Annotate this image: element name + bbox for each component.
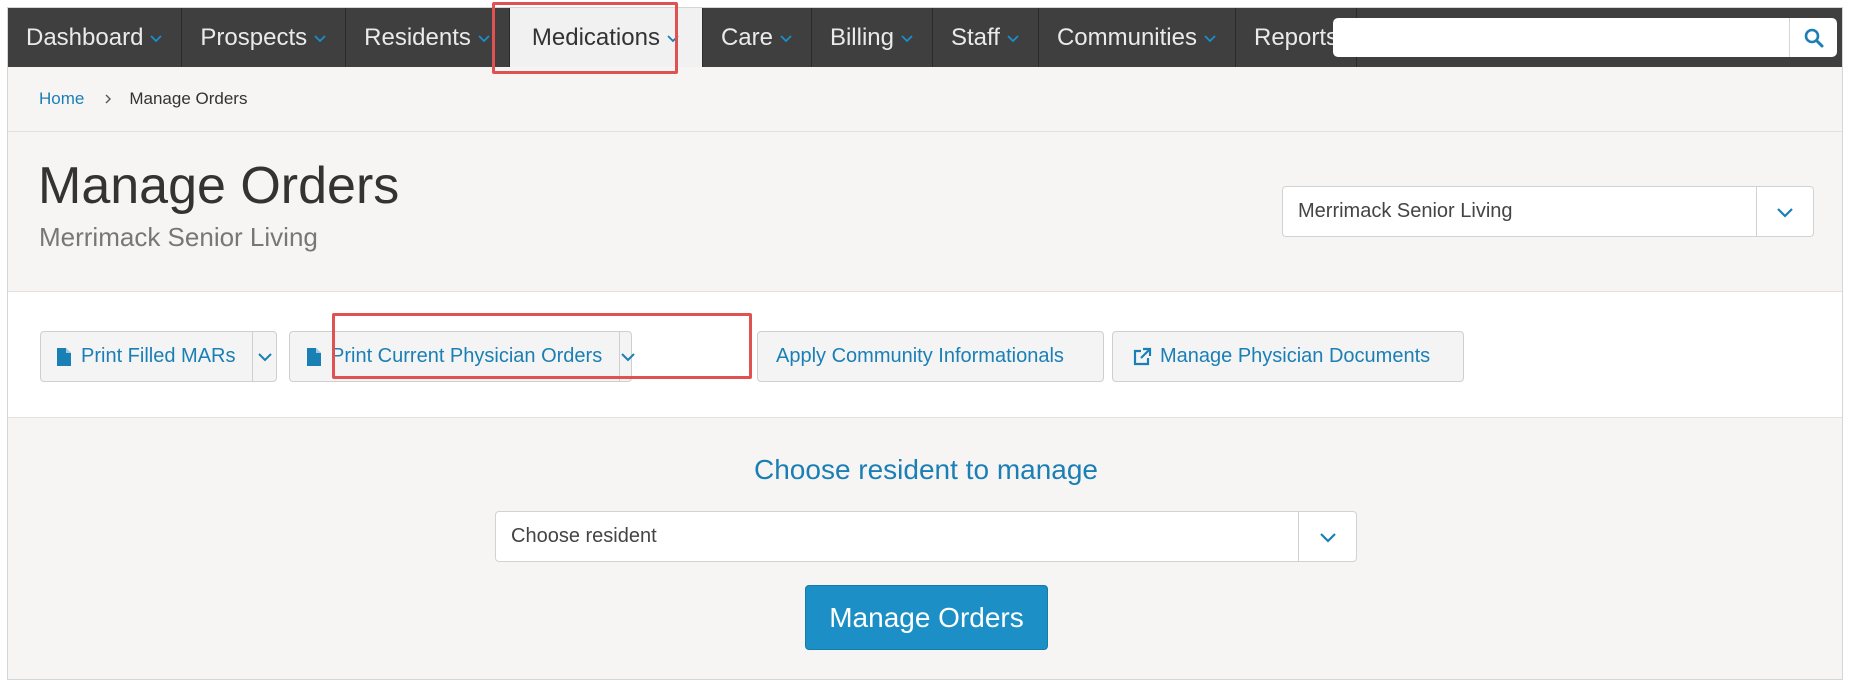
print-mars-button-group: Print Filled MARs bbox=[40, 331, 277, 382]
nav-care[interactable]: Care bbox=[703, 8, 812, 67]
print-mars-dropdown-toggle[interactable] bbox=[252, 332, 276, 381]
chevron-down-icon bbox=[1777, 207, 1793, 218]
resident-select[interactable]: Choose resident bbox=[495, 511, 1357, 562]
chevron-down-icon bbox=[1007, 34, 1019, 42]
print-orders-button[interactable]: Print Current Physician Orders bbox=[290, 332, 619, 381]
nav-staff-label: Staff bbox=[951, 23, 1000, 51]
nav-communities-label: Communities bbox=[1056, 23, 1197, 51]
nav-prospects[interactable]: Prospects bbox=[182, 8, 347, 67]
community-select[interactable]: Merrimack Senior Living bbox=[1282, 186, 1814, 237]
manage-orders-button[interactable]: Manage Orders bbox=[805, 585, 1048, 650]
external-link-icon bbox=[1133, 347, 1152, 365]
chevron-down-icon bbox=[150, 34, 163, 42]
top-navigation: Dashboard Prospects Residents Medication… bbox=[8, 8, 1842, 67]
resident-select-value: Choose resident bbox=[511, 525, 657, 547]
print-mars-label: Print Filled MARs bbox=[81, 345, 236, 367]
nav-residents-label: Residents bbox=[364, 23, 471, 51]
nav-dashboard-label: Dashboard bbox=[26, 23, 144, 51]
apply-informationals-button-group: Apply Community Informationals bbox=[757, 331, 1104, 382]
page-subtitle: Merrimack Senior Living bbox=[39, 222, 318, 252]
chevron-down-icon bbox=[1319, 532, 1336, 543]
community-select-value: Merrimack Senior Living bbox=[1298, 200, 1513, 222]
search-input[interactable] bbox=[1333, 18, 1789, 57]
page-title: Manage Orders bbox=[38, 157, 400, 215]
nav-medications[interactable]: Medications bbox=[509, 8, 703, 67]
manage-documents-button[interactable]: Manage Physician Documents bbox=[1113, 332, 1448, 381]
actions-toolbar: Print Filled MARs Print Current Physicia… bbox=[8, 292, 1842, 418]
nav-billing-label: Billing bbox=[829, 23, 894, 51]
search-button[interactable] bbox=[1789, 18, 1837, 57]
search-icon bbox=[1804, 28, 1823, 47]
print-orders-button-group: Print Current Physician Orders bbox=[289, 331, 635, 382]
apply-informationals-button[interactable]: Apply Community Informationals bbox=[758, 332, 1082, 381]
document-icon bbox=[57, 347, 71, 366]
nav-billing[interactable]: Billing bbox=[812, 8, 933, 67]
chevron-down-icon bbox=[314, 34, 326, 42]
search-box bbox=[1333, 18, 1837, 57]
chevron-down-icon bbox=[780, 34, 792, 42]
chooser-heading: Choose resident to manage bbox=[754, 454, 1098, 485]
nav-medications-label: Medications bbox=[531, 23, 660, 51]
breadcrumb-home-link[interactable]: Home bbox=[39, 89, 84, 109]
chevron-down-icon bbox=[621, 352, 635, 361]
breadcrumb: Home Manage Orders bbox=[8, 67, 1842, 132]
nav-residents[interactable]: Residents bbox=[346, 8, 510, 67]
chevron-down-icon bbox=[478, 34, 490, 42]
nav-care-label: Care bbox=[720, 23, 773, 51]
apply-informationals-label: Apply Community Informationals bbox=[776, 345, 1064, 367]
breadcrumb-current: Manage Orders bbox=[129, 89, 248, 108]
nav-dashboard[interactable]: Dashboard bbox=[8, 8, 183, 67]
nav-communities[interactable]: Communities bbox=[1039, 8, 1236, 67]
nav-staff[interactable]: Staff bbox=[933, 8, 1039, 67]
print-orders-dropdown-toggle[interactable] bbox=[619, 332, 636, 381]
chevron-down-icon bbox=[667, 34, 679, 42]
manage-documents-button-group: Manage Physician Documents bbox=[1112, 331, 1464, 382]
chevron-down-icon bbox=[901, 34, 913, 42]
chevron-right-icon bbox=[105, 94, 112, 104]
resident-select-toggle[interactable] bbox=[1298, 512, 1356, 561]
community-select-toggle[interactable] bbox=[1756, 187, 1813, 236]
document-icon bbox=[307, 347, 321, 366]
print-orders-label: Print Current Physician Orders bbox=[331, 345, 603, 367]
chevron-down-icon bbox=[258, 352, 272, 361]
chevron-down-icon bbox=[1204, 34, 1216, 42]
nav-reports-label: Reports bbox=[1253, 23, 1339, 51]
app-frame: Dashboard Prospects Residents Medication… bbox=[7, 7, 1843, 680]
nav-prospects-label: Prospects bbox=[200, 23, 308, 51]
resident-chooser: Choose resident to manage Choose residen… bbox=[8, 418, 1842, 679]
manage-documents-label: Manage Physician Documents bbox=[1160, 345, 1431, 367]
page-header: Manage Orders Merrimack Senior Living Me… bbox=[8, 132, 1842, 292]
print-mars-button[interactable]: Print Filled MARs bbox=[41, 332, 252, 381]
